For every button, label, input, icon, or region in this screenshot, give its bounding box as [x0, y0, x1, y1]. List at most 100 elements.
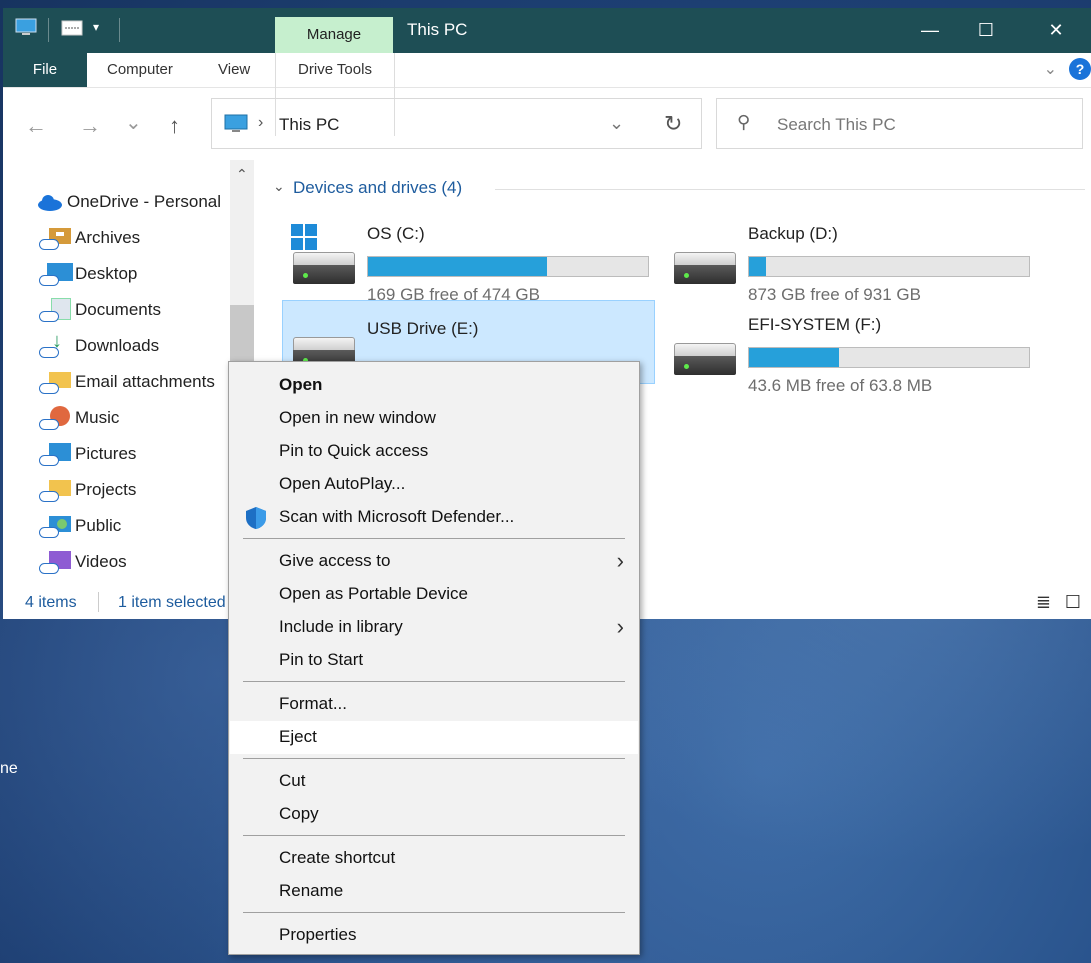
context-menu: Open Open in new window Pin to Quick acc… [228, 361, 640, 955]
projects-folder-icon [39, 478, 71, 502]
manage-contextual-tab[interactable]: Manage [275, 17, 393, 53]
email-attachments-folder-icon [39, 370, 71, 394]
up-arrow-icon[interactable]: ↑ [169, 113, 180, 139]
menu-item-scan-with-defender[interactable]: Scan with Microsoft Defender... [230, 501, 638, 534]
search-box[interactable]: ⚲ Search This PC [716, 98, 1083, 149]
status-selection: 1 item selected [118, 594, 226, 611]
recent-locations-chevron-icon[interactable]: ⌄ [125, 110, 142, 135]
menu-separator [243, 758, 625, 759]
sidebar-item-label: Videos [75, 552, 127, 571]
menu-item-open-autoplay[interactable]: Open AutoPlay... [230, 468, 638, 501]
search-icon: ⚲ [737, 112, 751, 132]
onedrive-cloud-icon [38, 195, 62, 211]
sidebar-item-videos[interactable]: Videos [39, 548, 127, 576]
sidebar-item-label: Pictures [75, 444, 137, 463]
refresh-icon[interactable]: ↻ [664, 111, 682, 137]
desktop-icon-label[interactable]: ne [0, 760, 18, 778]
menu-item-copy[interactable]: Copy [230, 798, 638, 831]
menu-item-pin-to-quick-access[interactable]: Pin to Quick access [230, 435, 638, 468]
help-icon[interactable]: ? [1069, 58, 1091, 80]
sidebar-item-pictures[interactable]: Pictures [39, 440, 136, 468]
sidebar-item-desktop[interactable]: Desktop [39, 260, 137, 288]
menu-item-open-as-portable-device[interactable]: Open as Portable Device [230, 578, 638, 611]
minimize-button[interactable]: — [907, 8, 953, 53]
menu-separator [243, 912, 625, 913]
pictures-folder-icon [39, 442, 71, 466]
drive-usage-bar [748, 347, 1030, 368]
sidebar-item-archives[interactable]: Archives [39, 224, 140, 252]
public-folder-icon [39, 514, 71, 538]
menu-item-create-shortcut[interactable]: Create shortcut [230, 842, 638, 875]
group-header-devices-and-drives[interactable]: Devices and drives (4) [293, 178, 462, 198]
downloads-folder-icon: ↓ [39, 330, 69, 358]
drive-tile-f[interactable]: EFI-SYSTEM (F:) 43.6 MB free of 63.8 MB [664, 307, 1037, 395]
properties-qat-icon[interactable] [61, 18, 83, 38]
sidebar-item-label: Desktop [75, 264, 138, 283]
tab-file[interactable]: File [3, 53, 87, 87]
menu-item-rename[interactable]: Rename [230, 875, 638, 908]
sidebar-item-label: Projects [75, 480, 137, 499]
menu-separator [243, 681, 625, 682]
close-button[interactable]: ✕ [1033, 8, 1079, 53]
large-icons-view-icon[interactable]: ☐ [1065, 592, 1081, 613]
menu-item-format[interactable]: Format... [230, 688, 638, 721]
ribbon-tabs: File Computer View Drive Tools ⌄ ? [3, 53, 1091, 136]
sidebar-item-label: Downloads [75, 336, 160, 355]
navigation-pane: OneDrive - Personal Archives Desktop Doc… [3, 160, 258, 580]
hard-drive-icon [674, 252, 736, 284]
address-dropdown-chevron-icon[interactable]: ⌄ [609, 113, 624, 134]
group-divider [495, 189, 1085, 190]
sidebar-item-label: Email attachments [75, 372, 215, 391]
sidebar-item-music[interactable]: Music [39, 404, 119, 432]
sidebar-item-downloads[interactable]: ↓ Downloads [39, 330, 160, 360]
drive-tile-c[interactable]: OS (C:) 169 GB free of 474 GB [283, 216, 656, 304]
maximize-button[interactable]: ☐ [963, 8, 1009, 53]
address-bar[interactable]: › This PC ⌄ ↻ [211, 98, 702, 149]
menu-item-give-access-to[interactable]: Give access to › [230, 545, 638, 578]
details-view-icon[interactable]: ≣ [1036, 592, 1051, 613]
drive-name: Backup (D:) [748, 224, 838, 243]
documents-folder-icon [39, 298, 71, 322]
hard-drive-icon [674, 343, 736, 375]
expand-ribbon-chevron-icon[interactable]: ⌄ [1044, 59, 1057, 79]
menu-item-pin-to-start[interactable]: Pin to Start [230, 644, 638, 677]
tab-computer[interactable]: Computer [107, 53, 173, 87]
menu-item-open-in-new-window[interactable]: Open in new window [230, 402, 638, 435]
sidebar-item-documents[interactable]: Documents [39, 296, 161, 324]
drive-usage-bar [748, 256, 1030, 277]
sidebar-item-onedrive[interactable]: OneDrive - Personal [37, 188, 221, 216]
search-placeholder[interactable]: Search This PC [777, 115, 896, 135]
drive-free-space: 873 GB free of 931 GB [748, 285, 921, 304]
sidebar-item-label: Documents [75, 300, 161, 319]
breadcrumb-this-pc[interactable]: This PC [279, 115, 339, 135]
sidebar-item-projects[interactable]: Projects [39, 476, 136, 504]
customize-qat-chevron-icon[interactable]: ▾ [93, 20, 99, 34]
sidebar-item-label: Archives [75, 228, 141, 247]
sidebar-item-email-attachments[interactable]: Email attachments [39, 368, 215, 396]
title-bar[interactable]: ▾ Manage This PC — ☐ ✕ [3, 8, 1091, 53]
submenu-arrow-icon: › [616, 614, 624, 639]
drive-tile-d[interactable]: Backup (D:) 873 GB free of 931 GB [664, 216, 1037, 304]
menu-item-properties[interactable]: Properties [230, 919, 638, 952]
this-pc-icon[interactable] [15, 18, 37, 38]
group-collapse-chevron-icon[interactable]: ⌄ [273, 178, 285, 195]
menu-item-open[interactable]: Open [230, 369, 638, 402]
drive-name: OS (C:) [367, 224, 425, 243]
videos-folder-icon [39, 550, 71, 574]
qat-divider [48, 18, 49, 42]
scrollbar-thumb[interactable] [230, 305, 254, 365]
breadcrumb-separator-icon[interactable]: › [258, 114, 263, 132]
sidebar-item-public[interactable]: Public [39, 512, 121, 540]
defender-shield-icon [246, 507, 266, 529]
scroll-up-chevron-icon[interactable]: ⌃ [236, 166, 248, 183]
menu-item-include-in-library[interactable]: Include in library › [230, 611, 638, 644]
tab-view[interactable]: View [218, 53, 250, 87]
back-arrow-icon[interactable]: ← [25, 113, 47, 139]
music-folder-icon [39, 406, 70, 430]
menu-item-cut[interactable]: Cut [230, 765, 638, 798]
menu-item-eject[interactable]: Eject [230, 721, 638, 754]
submenu-arrow-icon: › [616, 548, 624, 573]
forward-arrow-icon[interactable]: → [79, 113, 101, 139]
drive-usage-fill [749, 348, 839, 367]
drive-name: USB Drive (E:) [367, 319, 479, 338]
